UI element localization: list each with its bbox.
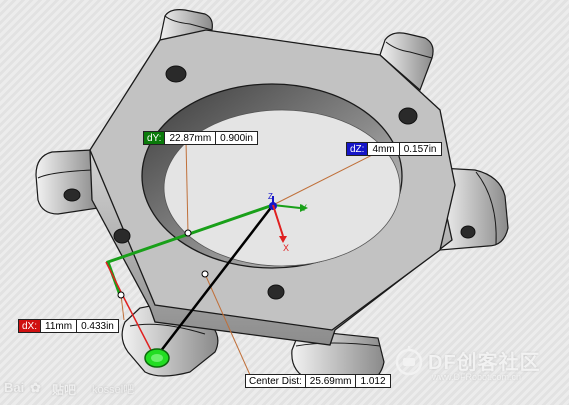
dim-dy-tag: dY: — [144, 132, 165, 144]
dfrobot-title: DF创客社区 — [428, 352, 541, 374]
dim-dy-callout[interactable]: dY: 22.87mm 0.900in — [143, 131, 258, 145]
dim-dy-mm: 22.87mm — [164, 132, 215, 144]
dim-dz-callout[interactable]: dZ: 4mm 0.157in — [346, 142, 442, 156]
baidu-brand: Bai — [4, 380, 25, 395]
forum-name: kossel吧 — [92, 384, 135, 396]
boss-left — [35, 149, 99, 215]
dim-dz-inch: 0.157in — [398, 143, 441, 155]
triad-y-label: Y — [301, 203, 307, 213]
dfrobot-watermark: DF创客社区 www.DFRobot.com.cn — [392, 342, 564, 392]
dim-center-dist-callout[interactable]: Center Dist: 25.69mm 1.012 — [245, 374, 391, 388]
paw-icon: ✿ — [30, 380, 41, 395]
dim-center-dist-inch: 1.012 — [355, 375, 389, 387]
baidu-watermark: Bai ✿ 贴吧 kossel吧 — [4, 380, 154, 400]
cad-viewport[interactable]: Y Z X dY: 22.87mm 0.900in dZ: 4mm 0.157i… — [0, 0, 569, 405]
dim-dz-mm: 4mm — [367, 143, 398, 155]
dim-dx-tag: dX: — [19, 320, 41, 332]
dim-dx-mm: 11mm — [40, 320, 76, 332]
dim-dx-inch: 0.433in — [76, 320, 118, 332]
triad-x-label: X — [283, 243, 289, 253]
dim-center-dist-mm: 25.69mm — [304, 375, 356, 387]
dim-dz-tag: dZ: — [347, 143, 368, 155]
dim-dy-inch: 0.900in — [215, 132, 257, 144]
dim-center-dist-tag: Center Dist: — [246, 375, 305, 387]
robot-logo-icon — [395, 346, 423, 376]
baidu-tieba-label: 贴吧 — [52, 383, 77, 397]
triad-z-label: Z — [268, 192, 273, 201]
dim-dx-callout[interactable]: dX: 11mm 0.433in — [18, 319, 119, 333]
dfrobot-url: www.DFRobot.com.cn — [432, 372, 522, 382]
